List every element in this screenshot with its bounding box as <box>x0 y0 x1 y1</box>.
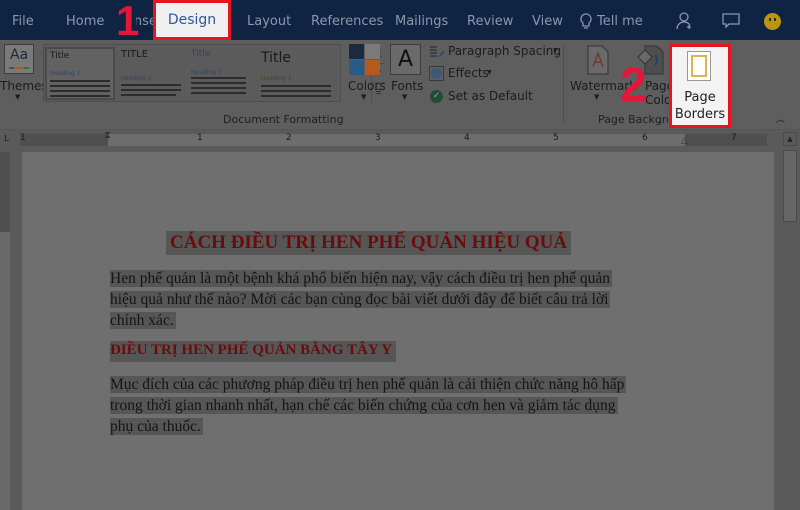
right-margin <box>685 134 767 146</box>
style-thumb-heading: Heading 1 <box>121 75 152 82</box>
feedback-smiley-icon[interactable] <box>764 13 781 30</box>
watermark-icon <box>587 45 609 75</box>
tab-view[interactable]: View <box>532 14 563 29</box>
style-thumb-title: TITLE <box>121 49 149 60</box>
tab-design[interactable]: Design <box>153 0 231 40</box>
page-borders-button[interactable]: Page Borders <box>669 44 731 128</box>
page-borders-label-line2: Borders <box>674 107 726 122</box>
scroll-thumb[interactable] <box>783 150 797 222</box>
themes-color-strip <box>9 67 29 69</box>
ruler-number: 1 <box>20 133 26 143</box>
tab-review[interactable]: Review <box>467 14 513 29</box>
style-thumb-title: Title <box>191 49 211 59</box>
ruler-number: 1 <box>197 133 203 143</box>
effects-icon <box>429 66 444 81</box>
style-thumb-title: Title <box>261 50 292 66</box>
paragraph-spacing-dropdown-icon: ▼ <box>553 47 558 54</box>
top-margin <box>0 152 10 232</box>
colors-swatch <box>349 60 364 75</box>
tab-home[interactable]: Home <box>66 14 104 29</box>
text-line: trong thời gian nhanh nhất, hạn chế các … <box>110 397 618 414</box>
word-window: File Home Insert Design Layout Reference… <box>0 0 800 510</box>
ruler-number: 3 <box>375 133 381 143</box>
horizontal-ruler-area: L 1 1 2 3 4 5 6 7 ⧗ △ <box>0 130 800 152</box>
watermark-button[interactable] <box>586 45 610 75</box>
style-set-thumb[interactable]: TITLE Heading 1 <box>118 47 188 100</box>
indent-marker-icon[interactable]: ⧗ <box>104 130 111 141</box>
tell-me-search[interactable]: Tell me <box>597 14 643 29</box>
share-user-icon[interactable] <box>676 12 696 32</box>
ruler-number: 6 <box>642 133 648 143</box>
style-set-thumb[interactable]: Title Heading 1 <box>45 47 115 100</box>
lightbulb-icon <box>579 13 599 33</box>
document-page[interactable] <box>22 152 774 510</box>
colors-button[interactable] <box>349 44 380 75</box>
tab-design-label: Design <box>167 12 217 28</box>
horizontal-ruler[interactable]: 1 1 2 3 4 5 6 7 ⧗ △ <box>20 130 767 146</box>
colors-dropdown-arrow-icon[interactable]: ▼ <box>361 93 366 101</box>
ruler-number: 2 <box>286 133 292 143</box>
section-heading: ĐIỀU TRỊ HEN PHẾ QUẢN BẰNG TÂY Y <box>110 341 397 362</box>
ribbon-tab-bar: File Home Insert Design Layout Reference… <box>0 0 800 44</box>
style-thumb-heading: Heading 1 <box>50 70 81 77</box>
text-line: chính xác. <box>110 312 176 329</box>
paragraph-spacing-label: Paragraph Spacing <box>448 44 562 58</box>
right-indent-marker-icon[interactable]: △ <box>681 136 688 146</box>
fonts-dropdown-arrow-icon[interactable]: ▼ <box>402 93 407 101</box>
set-as-default-label: Set as Default <box>448 89 533 103</box>
document-title: CÁCH ĐIỀU TRỊ HEN PHẾ QUẢN HIỆU QUẢ <box>166 231 572 255</box>
tab-selector[interactable]: L <box>4 134 16 146</box>
comments-icon[interactable] <box>722 12 742 32</box>
vertical-ruler[interactable] <box>0 152 10 510</box>
tab-file[interactable]: File <box>12 14 34 29</box>
tab-layout[interactable]: Layout <box>247 14 291 29</box>
themes-dropdown-arrow-icon[interactable]: ▼ <box>15 93 20 101</box>
group-separator <box>563 44 564 124</box>
text-line: Mục đích của các phương pháp điều trị he… <box>110 376 627 393</box>
checkmark-icon: ✓ <box>430 90 443 103</box>
style-set-gallery: Title Heading 1 TITLE Heading 1 Title He… <box>43 44 385 103</box>
scroll-up-icon[interactable]: ▲ <box>783 132 797 146</box>
text-line: hiệu quả như thế nào? Mời các bạn cùng đ… <box>110 291 611 308</box>
text-line: Hen phế quản là một bệnh khá phổ biến hi… <box>110 270 613 287</box>
style-set-thumb[interactable]: Title Heading 1 <box>188 47 258 100</box>
vertical-scrollbar[interactable]: ▲ <box>780 130 800 510</box>
paragraph-1: Hen phế quản là một bệnh khá phổ biến hi… <box>110 268 613 331</box>
ruler-number: 7 <box>731 133 737 143</box>
page-borders-label-line1: Page <box>684 90 716 105</box>
fonts-button[interactable]: A <box>390 44 421 75</box>
text-line: phụ của thuốc. <box>110 418 203 435</box>
fonts-label: Fonts <box>391 79 424 93</box>
tab-references[interactable]: References <box>311 14 383 29</box>
colors-swatch <box>365 60 380 75</box>
document-formatting-group-label: Document Formatting <box>223 113 344 126</box>
themes-button[interactable]: Aa <box>4 44 34 74</box>
paragraph-2: Mục đích của các phương pháp điều trị he… <box>110 374 627 437</box>
colors-label: Colors <box>348 79 386 93</box>
document-area <box>10 152 780 510</box>
ruler-number: 4 <box>464 133 470 143</box>
left-margin <box>20 134 108 146</box>
themes-icon: Aa <box>10 47 29 63</box>
tab-mailings[interactable]: Mailings <box>395 14 448 29</box>
page-borders-label: Page Borders <box>672 89 728 123</box>
effects-label: Effects <box>448 66 489 80</box>
style-thumb-heading: Heading 1 <box>261 75 292 82</box>
ruler-number: 5 <box>553 133 559 143</box>
step-1-annotation: 1 <box>116 0 140 44</box>
page-borders-icon <box>687 51 711 81</box>
page-background-group-label: Page Background <box>598 113 668 126</box>
colors-swatch <box>349 44 364 59</box>
themes-label: Themes <box>0 79 48 93</box>
style-thumb-heading: Heading 1 <box>191 69 222 76</box>
colors-swatch <box>365 44 380 59</box>
effects-dropdown-icon: ▼ <box>487 69 492 76</box>
step-2-annotation: 2 <box>620 59 647 112</box>
style-thumb-title: Title <box>50 51 70 61</box>
watermark-dropdown-icon[interactable]: ▼ <box>594 93 599 101</box>
collapse-ribbon-icon[interactable]: ︿ <box>776 112 785 125</box>
paragraph-spacing-icon <box>429 44 445 58</box>
